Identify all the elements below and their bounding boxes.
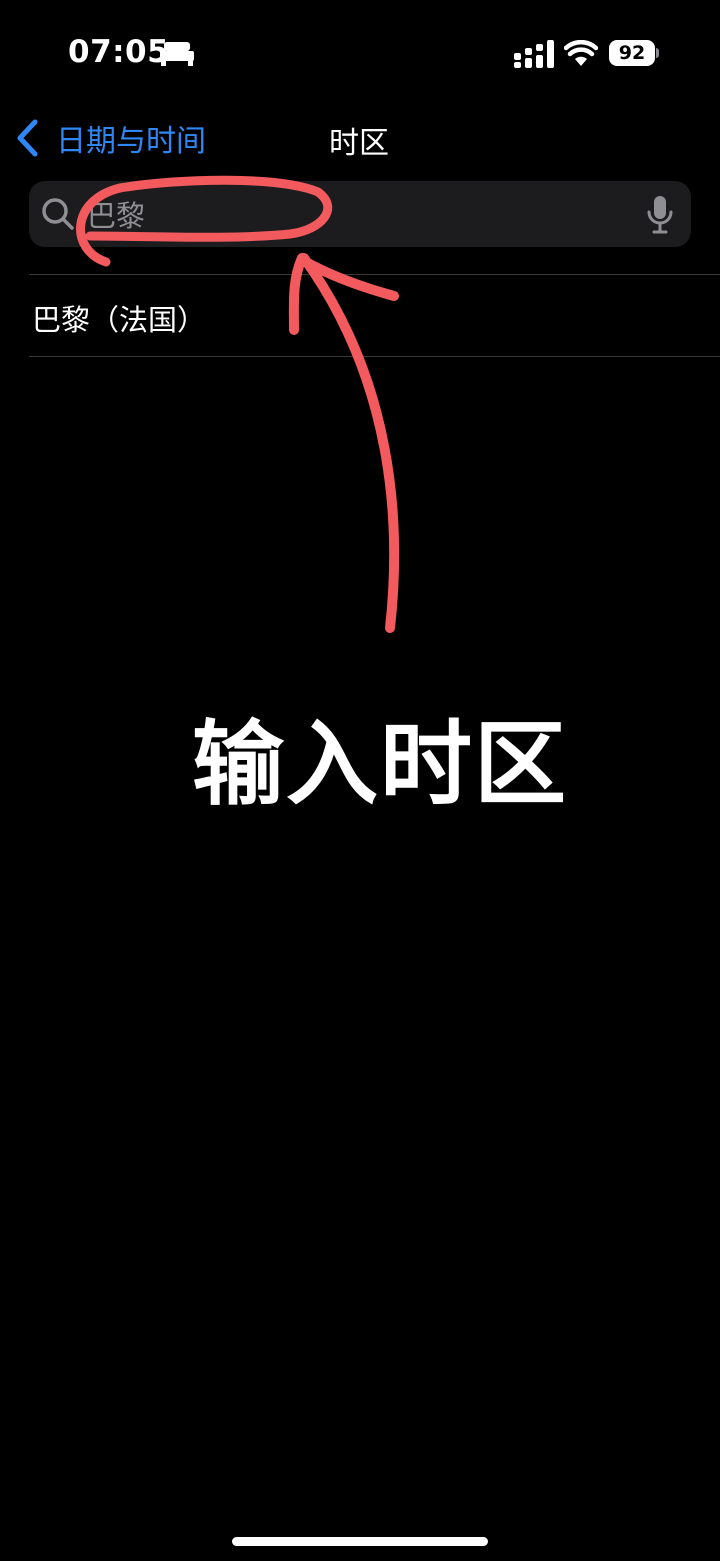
search-input[interactable] <box>87 181 627 247</box>
battery-icon: 92 <box>609 40 655 66</box>
search-bar <box>29 181 691 247</box>
mic-icon[interactable] <box>647 196 673 234</box>
list-item[interactable]: 巴黎（法国） <box>0 275 720 356</box>
divider <box>29 356 720 357</box>
home-indicator[interactable] <box>232 1537 488 1546</box>
annotation-label: 输入时区 <box>191 711 568 818</box>
nav-bar: 日期与时间 时区 <box>0 100 720 176</box>
status-time: 07:05 <box>68 34 170 70</box>
wifi-icon <box>564 40 598 66</box>
battery-cap <box>656 48 659 58</box>
signal-icon <box>514 40 554 68</box>
bed-icon <box>160 42 194 66</box>
battery-level: 92 <box>618 42 646 64</box>
search-icon <box>42 198 74 230</box>
status-bar: 07:05 92 <box>0 0 720 100</box>
list-item-label: 巴黎（法国） <box>32 303 207 337</box>
page-title: 时区 <box>329 126 389 161</box>
